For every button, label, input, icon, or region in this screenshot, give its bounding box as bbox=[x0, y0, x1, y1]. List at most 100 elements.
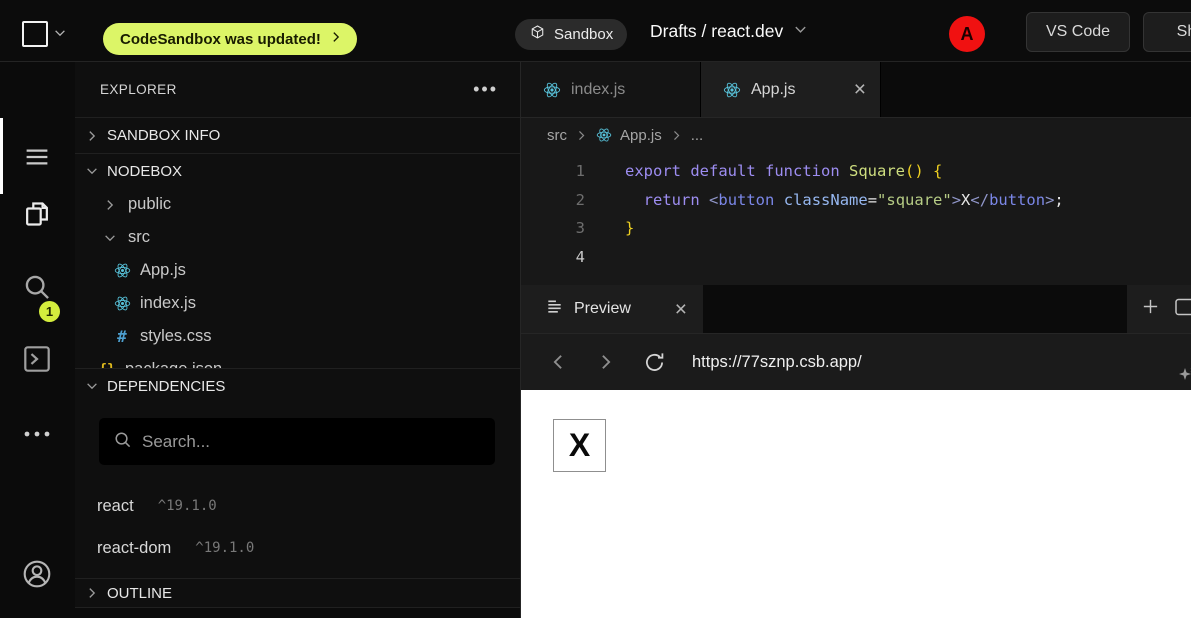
chevron-right-icon bbox=[575, 129, 588, 142]
close-icon[interactable]: × bbox=[854, 79, 866, 100]
share-button[interactable]: Share bbox=[1143, 12, 1191, 52]
section-dependencies[interactable]: DEPENDENCIES bbox=[75, 368, 520, 403]
explorer-header: EXPLORER ••• bbox=[75, 62, 520, 117]
update-banner-label: CodeSandbox was updated! bbox=[120, 31, 321, 48]
file-tree-item-app-js[interactable]: App.js bbox=[75, 254, 520, 287]
codesandbox-app: CodeSandbox was updated! Sandbox Drafts … bbox=[0, 0, 1191, 618]
chevron-right-icon bbox=[85, 586, 99, 600]
tab-label: App.js bbox=[751, 81, 795, 99]
file-tree-item-styles-css[interactable]: # styles.css bbox=[75, 320, 520, 353]
back-icon[interactable] bbox=[543, 347, 573, 377]
add-tab-icon[interactable] bbox=[1141, 297, 1160, 321]
search-icon bbox=[113, 430, 132, 454]
top-header: CodeSandbox was updated! Sandbox Drafts … bbox=[0, 0, 1191, 62]
more-options-icon[interactable] bbox=[21, 418, 53, 450]
code-editor[interactable]: 1 export default function Square() { 2 r… bbox=[521, 152, 1191, 285]
file-tree-item-public[interactable]: public bbox=[75, 188, 520, 221]
react-file-icon bbox=[543, 81, 561, 99]
search-placeholder: Search... bbox=[142, 432, 210, 452]
breadcrumb-segment[interactable]: ... bbox=[691, 127, 704, 144]
preview-tab[interactable]: Preview × bbox=[521, 285, 703, 333]
editor-tab-bar: index.js App.js × bbox=[521, 62, 1191, 118]
css-file-icon: # bbox=[113, 327, 131, 346]
file-name: App.js bbox=[140, 261, 186, 280]
avatar[interactable]: A bbox=[949, 16, 985, 52]
section-outline[interactable]: OUTLINE bbox=[75, 578, 520, 608]
sandbox-badge-label: Sandbox bbox=[554, 26, 613, 43]
chevron-right-icon bbox=[85, 129, 99, 143]
react-file-icon bbox=[113, 262, 131, 279]
editor-and-preview: index.js App.js × src App.js... 1 export … bbox=[521, 62, 1191, 618]
editor-tab-app-js[interactable]: App.js × bbox=[701, 62, 881, 117]
vs-code-button-label: VS Code bbox=[1046, 23, 1110, 41]
close-icon[interactable]: × bbox=[675, 299, 687, 320]
file-name: index.js bbox=[140, 294, 196, 313]
file-name: package.json bbox=[125, 360, 222, 368]
react-file-icon bbox=[113, 295, 131, 312]
project-breadcrumb-label: Drafts / react.dev bbox=[650, 21, 783, 42]
section-sandbox-info[interactable]: SANDBOX INFO bbox=[75, 117, 520, 153]
chevron-down-icon bbox=[793, 21, 808, 42]
update-banner-button[interactable]: CodeSandbox was updated! bbox=[103, 23, 357, 55]
code-line-2: 2 return <button className="square">X</b… bbox=[521, 186, 1191, 215]
logo-chevron-down-icon[interactable] bbox=[53, 26, 67, 40]
share-button-label: Share bbox=[1177, 23, 1191, 41]
editor-tab-index-js[interactable]: index.js bbox=[521, 62, 701, 117]
square-x-label: X bbox=[569, 427, 590, 464]
open-window-icon[interactable] bbox=[1174, 297, 1191, 322]
dependency-search-input[interactable]: Search... bbox=[99, 418, 495, 465]
activity-bar: 1 bbox=[0, 62, 75, 618]
code-line-4: 4 bbox=[521, 243, 1191, 272]
line-number: 4 bbox=[521, 248, 585, 266]
preview-url[interactable]: https://77sznp.csb.app/ bbox=[692, 353, 862, 372]
section-label: NODEBOX bbox=[107, 163, 182, 180]
chevron-down-icon bbox=[85, 379, 99, 393]
file-tree-item-package-json[interactable]: {}package.json bbox=[75, 353, 520, 368]
line-number: 3 bbox=[521, 219, 585, 237]
account-icon[interactable] bbox=[21, 558, 53, 590]
square-x-button[interactable]: X bbox=[553, 419, 606, 472]
dependency-row-react-dom[interactable]: react-dom ^19.1.0 bbox=[97, 527, 520, 569]
file-tree: public src App.js index.js # styles.css {}pa… bbox=[75, 188, 520, 368]
react-file-icon bbox=[723, 81, 741, 99]
chevron-right-icon bbox=[670, 129, 683, 142]
explorer-files-icon[interactable] bbox=[21, 198, 53, 230]
sandbox-badge: Sandbox bbox=[515, 19, 627, 50]
file-tree-item-src[interactable]: src bbox=[75, 221, 520, 254]
preview-list-icon bbox=[545, 297, 564, 321]
forward-icon[interactable] bbox=[591, 347, 621, 377]
section-nodebox[interactable]: NODEBOX bbox=[75, 153, 520, 188]
react-file-icon bbox=[596, 127, 612, 143]
breadcrumb-segment[interactable]: App.js bbox=[620, 127, 662, 144]
dependency-version: ^19.1.0 bbox=[158, 498, 217, 514]
breadcrumb-segment[interactable]: src bbox=[547, 127, 567, 144]
refresh-icon[interactable] bbox=[639, 347, 669, 377]
tab-label: index.js bbox=[571, 81, 625, 99]
terminal-icon[interactable] bbox=[21, 343, 53, 375]
search-icon[interactable] bbox=[21, 271, 53, 303]
editor-breadcrumb[interactable]: src App.js... bbox=[521, 118, 1191, 152]
section-label: OUTLINE bbox=[107, 585, 172, 602]
explorer-more-icon[interactable]: ••• bbox=[473, 79, 498, 100]
project-breadcrumb[interactable]: Drafts / react.dev bbox=[650, 0, 808, 62]
file-name: src bbox=[128, 228, 150, 247]
code-line-1: 1 export default function Square() { bbox=[521, 157, 1191, 186]
file-name: styles.css bbox=[140, 327, 212, 346]
dependency-search-wrap: Search... bbox=[75, 403, 520, 465]
chevron-right-icon bbox=[101, 198, 119, 212]
file-name: public bbox=[128, 195, 171, 214]
menu-hamburger-icon[interactable] bbox=[21, 141, 53, 173]
line-number: 2 bbox=[521, 191, 585, 209]
line-number: 1 bbox=[521, 162, 585, 180]
vs-code-button[interactable]: VS Code bbox=[1026, 12, 1130, 52]
dependency-row-react[interactable]: react^19.1.0 bbox=[97, 485, 520, 527]
explorer-title: EXPLORER bbox=[100, 82, 177, 97]
sparkle-icon[interactable] bbox=[1177, 364, 1191, 389]
dependency-name: react-dom bbox=[97, 539, 171, 558]
explorer-panel: EXPLORER ••• SANDBOX INFO NODEBOX public… bbox=[75, 62, 521, 618]
file-tree-item-index-js[interactable]: index.js bbox=[75, 287, 520, 320]
section-label: DEPENDENCIES bbox=[107, 378, 225, 395]
dependency-version: ^19.1.0 bbox=[195, 540, 254, 556]
chevron-right-icon bbox=[329, 30, 343, 48]
codesandbox-logo-icon[interactable] bbox=[22, 21, 48, 47]
